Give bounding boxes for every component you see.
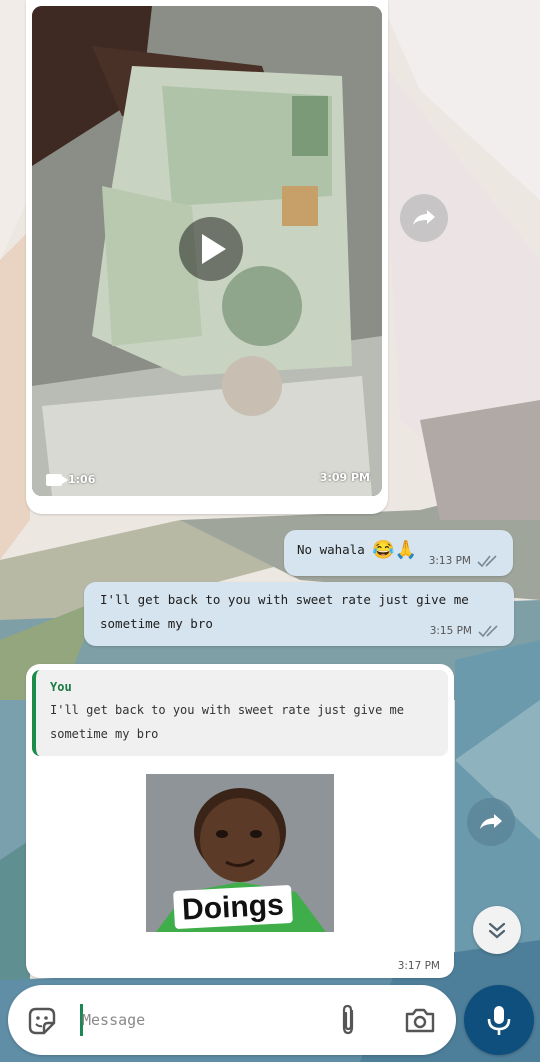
video-thumbnail[interactable]: 1:06 3:09 PM	[32, 6, 382, 496]
message-input[interactable]	[82, 1003, 312, 1037]
video-message-bubble[interactable]: 1:06 3:09 PM	[26, 0, 388, 514]
forward-icon[interactable]	[400, 194, 448, 242]
message-time: 3:15 PM	[429, 625, 472, 637]
paperclip-icon[interactable]	[336, 1003, 360, 1037]
message-composer	[8, 985, 456, 1055]
message-text: No wahala	[297, 542, 365, 557]
chevron-down-icon	[488, 922, 506, 939]
play-button[interactable]	[179, 217, 243, 281]
mic-button[interactable]	[464, 985, 534, 1055]
message-time: 3:17 PM	[397, 960, 440, 972]
quoted-text: I'll get back to you with sweet rate jus…	[50, 703, 405, 741]
sticker-icon[interactable]	[26, 1005, 58, 1037]
forward-icon[interactable]	[467, 798, 515, 846]
message-time: 3:13 PM	[428, 555, 471, 567]
scroll-down-button[interactable]	[473, 906, 521, 954]
video-duration-text: 1:06	[68, 473, 96, 486]
video-timestamp: 3:09 PM	[319, 471, 370, 484]
mic-icon	[487, 1006, 511, 1035]
double-check-icon	[477, 555, 497, 568]
quoted-message[interactable]: You I'll get back to you with sweet rate…	[32, 670, 448, 756]
double-check-icon	[478, 625, 498, 638]
message-emoji: 😂🙏	[372, 539, 418, 561]
message-meta: 3:13 PM	[429, 554, 501, 568]
outgoing-message[interactable]: I'll get back to you with sweet rate jus…	[84, 582, 514, 646]
incoming-message[interactable]: You I'll get back to you with sweet rate…	[26, 664, 454, 978]
video-camera-icon	[46, 473, 68, 486]
outgoing-message[interactable]: No wahala 😂🙏 3:13 PM	[284, 530, 513, 576]
quoted-author: You	[50, 680, 72, 694]
message-meta: 3:15 PM	[430, 624, 502, 638]
sticker-caption: Doings	[173, 884, 293, 930]
video-duration: 1:06	[46, 473, 95, 486]
sticker-image[interactable]: Doings	[146, 774, 334, 932]
camera-icon[interactable]	[404, 1006, 436, 1034]
